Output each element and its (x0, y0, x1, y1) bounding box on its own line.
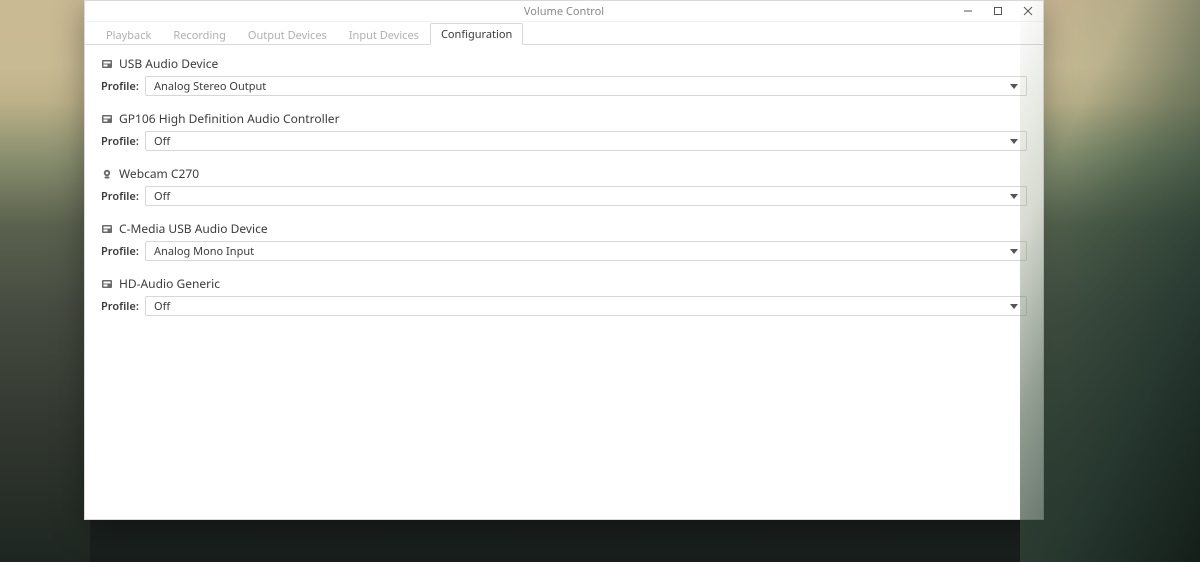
webcam-icon (101, 168, 113, 180)
profile-row: Profile: Analog Stereo Output (101, 76, 1027, 96)
profile-row: Profile: Off (101, 131, 1027, 151)
profile-row: Profile: Analog Mono Input (101, 241, 1027, 261)
titlebar: Volume Control (85, 1, 1043, 22)
volume-control-window: Volume Control (84, 0, 1044, 520)
tab-configuration[interactable]: Configuration (430, 23, 523, 45)
profile-select[interactable]: Analog Mono Input (145, 241, 1027, 261)
configuration-panel: USB Audio Device Profile: Analog Stereo … (85, 45, 1043, 519)
profile-value: Analog Mono Input (154, 244, 254, 259)
profile-label: Profile: (101, 244, 139, 259)
profile-label: Profile: (101, 299, 139, 314)
device-block: C-Media USB Audio Device Profile: Analog… (101, 220, 1027, 261)
chevron-down-icon (1010, 194, 1018, 199)
chevron-down-icon (1010, 249, 1018, 254)
chevron-down-icon (1010, 139, 1018, 144)
device-name: USB Audio Device (119, 55, 218, 72)
profile-select[interactable]: Off (145, 131, 1027, 151)
profile-select[interactable]: Off (145, 296, 1027, 316)
device-block: GP106 High Definition Audio Controller P… (101, 110, 1027, 151)
device-name: HD-Audio Generic (119, 275, 220, 292)
maximize-icon (993, 3, 1003, 20)
maximize-button[interactable] (983, 1, 1013, 21)
chevron-down-icon (1010, 304, 1018, 309)
device-name: Webcam C270 (119, 165, 199, 182)
tab-output-devices[interactable]: Output Devices (237, 24, 338, 45)
tab-playback[interactable]: Playback (95, 24, 162, 45)
minimize-icon (963, 3, 973, 20)
device-block: USB Audio Device Profile: Analog Stereo … (101, 55, 1027, 96)
profile-value: Off (154, 299, 170, 314)
profile-label: Profile: (101, 134, 139, 149)
tab-bar: Playback Recording Output Devices Input … (85, 22, 1043, 45)
profile-label: Profile: (101, 189, 139, 204)
device-block: Webcam C270 Profile: Off (101, 165, 1027, 206)
device-block: HD-Audio Generic Profile: Off (101, 275, 1027, 316)
profile-select[interactable]: Off (145, 186, 1027, 206)
window-title: Volume Control (85, 4, 1043, 19)
device-header: GP106 High Definition Audio Controller (101, 110, 1027, 127)
device-header: USB Audio Device (101, 55, 1027, 72)
profile-label: Profile: (101, 79, 139, 94)
sound-card-icon (101, 113, 113, 125)
sound-card-icon (101, 278, 113, 290)
tab-recording[interactable]: Recording (162, 24, 236, 45)
profile-row: Profile: Off (101, 186, 1027, 206)
profile-value: Off (154, 189, 170, 204)
sound-card-icon (101, 58, 113, 70)
device-header: HD-Audio Generic (101, 275, 1027, 292)
close-button[interactable] (1013, 1, 1043, 21)
minimize-button[interactable] (953, 1, 983, 21)
device-name: GP106 High Definition Audio Controller (119, 110, 340, 127)
profile-select[interactable]: Analog Stereo Output (145, 76, 1027, 96)
profile-value: Analog Stereo Output (154, 79, 266, 94)
device-header: C-Media USB Audio Device (101, 220, 1027, 237)
chevron-down-icon (1010, 84, 1018, 89)
sound-card-icon (101, 223, 113, 235)
tab-input-devices[interactable]: Input Devices (338, 24, 430, 45)
profile-value: Off (154, 134, 170, 149)
profile-row: Profile: Off (101, 296, 1027, 316)
window-controls (953, 1, 1043, 21)
device-name: C-Media USB Audio Device (119, 220, 268, 237)
desktop-background: Volume Control (0, 0, 1200, 562)
close-icon (1023, 3, 1033, 20)
device-header: Webcam C270 (101, 165, 1027, 182)
